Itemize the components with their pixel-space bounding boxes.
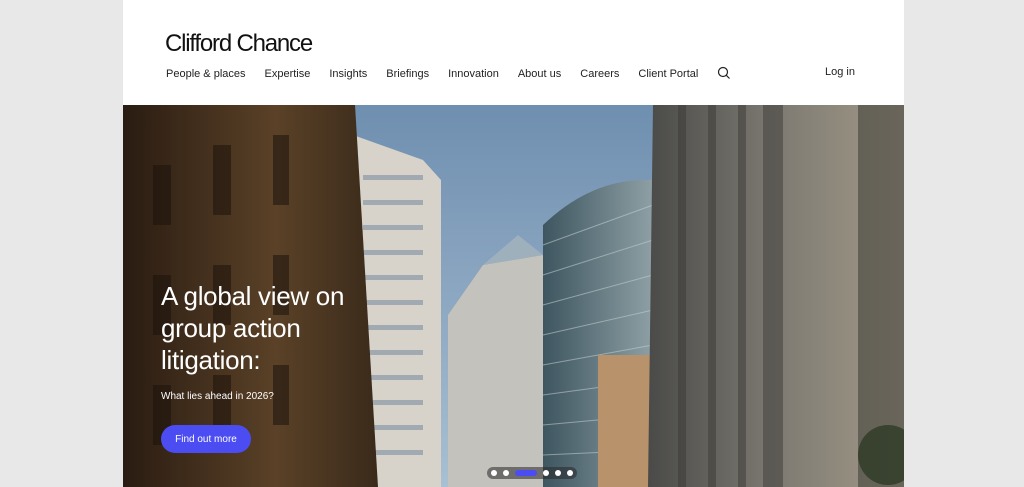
carousel-dot-3-active[interactable] bbox=[515, 470, 537, 476]
find-out-more-button[interactable]: Find out more bbox=[161, 425, 251, 453]
nav-item-careers[interactable]: Careers bbox=[580, 68, 619, 80]
carousel-dot-4[interactable] bbox=[543, 470, 549, 476]
nav-item-innovation[interactable]: Innovation bbox=[448, 68, 499, 80]
hero-subtitle: What lies ahead in 2026? bbox=[161, 391, 274, 402]
nav-item-insights[interactable]: Insights bbox=[329, 68, 367, 80]
nav-item-briefings[interactable]: Briefings bbox=[386, 68, 429, 80]
logo[interactable]: Clifford Chance bbox=[165, 30, 313, 58]
login-link[interactable]: Log in bbox=[825, 66, 855, 78]
carousel-dot-2[interactable] bbox=[503, 470, 509, 476]
nav-item-people-places[interactable]: People & places bbox=[166, 68, 246, 80]
carousel-dot-5[interactable] bbox=[555, 470, 561, 476]
search-icon[interactable] bbox=[717, 66, 731, 80]
main-nav: People & places Expertise Insights Brief… bbox=[166, 66, 731, 81]
carousel-dot-6[interactable] bbox=[567, 470, 573, 476]
nav-item-about-us[interactable]: About us bbox=[518, 68, 561, 80]
carousel-dot-1[interactable] bbox=[491, 470, 497, 476]
nav-item-expertise[interactable]: Expertise bbox=[265, 68, 311, 80]
carousel-pagination bbox=[487, 467, 577, 479]
hero-title: A global view on group action litigation… bbox=[161, 281, 345, 375]
hero-banner: A global view on group action litigation… bbox=[123, 105, 904, 487]
page-container: Clifford Chance People & places Expertis… bbox=[123, 0, 904, 487]
nav-item-client-portal[interactable]: Client Portal bbox=[638, 68, 698, 80]
